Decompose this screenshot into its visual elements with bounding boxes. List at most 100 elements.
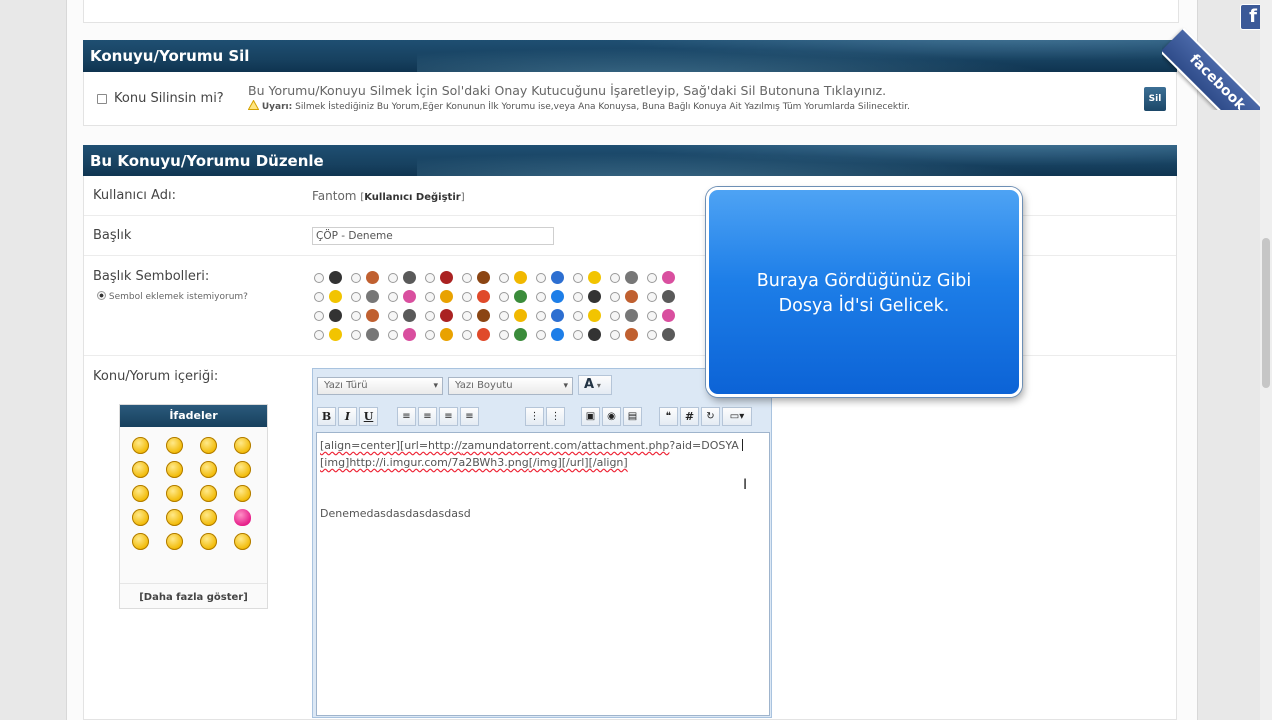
attachment-icon[interactable]: ▤ bbox=[623, 407, 642, 426]
smiley-icon[interactable] bbox=[200, 509, 217, 526]
symbol-option[interactable] bbox=[499, 309, 536, 322]
symbol-option[interactable] bbox=[314, 309, 351, 322]
symbol-option[interactable] bbox=[314, 271, 351, 284]
smiley-icon[interactable] bbox=[234, 485, 251, 502]
align-left-icon[interactable]: ≡ bbox=[397, 407, 416, 426]
symbol-option[interactable] bbox=[462, 328, 499, 341]
symbol-radio[interactable] bbox=[351, 329, 361, 340]
symbol-radio[interactable] bbox=[647, 329, 657, 340]
smiley-icon[interactable] bbox=[166, 533, 183, 550]
symbol-radio[interactable] bbox=[388, 310, 398, 321]
symbol-radio[interactable] bbox=[499, 329, 509, 340]
symbol-option[interactable] bbox=[388, 328, 425, 341]
symbol-radio[interactable] bbox=[610, 291, 620, 302]
italic-button[interactable]: I bbox=[338, 407, 357, 426]
content-textarea[interactable]: [align=center][url=http://zamundatorrent… bbox=[316, 432, 770, 716]
smiley-icon[interactable] bbox=[200, 437, 217, 454]
symbol-option[interactable] bbox=[647, 328, 684, 341]
underline-button[interactable]: U bbox=[359, 407, 378, 426]
symbol-radio[interactable] bbox=[536, 329, 546, 340]
symbol-radio[interactable] bbox=[351, 291, 361, 302]
symbol-option[interactable] bbox=[351, 309, 388, 322]
symbol-radio[interactable] bbox=[462, 310, 472, 321]
symbol-radio[interactable] bbox=[462, 329, 472, 340]
symbol-radio[interactable] bbox=[425, 272, 435, 283]
smiley-icon[interactable] bbox=[132, 533, 149, 550]
symbol-option[interactable] bbox=[314, 290, 351, 303]
symbol-option[interactable] bbox=[425, 290, 462, 303]
show-more-smilies[interactable]: [Daha fazla göster] bbox=[120, 583, 267, 603]
symbol-option[interactable] bbox=[573, 309, 610, 322]
symbol-option[interactable] bbox=[610, 290, 647, 303]
smiley-icon[interactable] bbox=[234, 533, 251, 550]
symbol-option[interactable] bbox=[351, 328, 388, 341]
symbol-radio[interactable] bbox=[462, 272, 472, 283]
no-symbol-option[interactable]: Sembol eklemek istemiyorum? bbox=[97, 291, 248, 302]
symbol-radio[interactable] bbox=[388, 272, 398, 283]
symbol-option[interactable] bbox=[536, 309, 573, 322]
unordered-list-icon[interactable]: ⋮ bbox=[546, 407, 565, 426]
symbol-radio[interactable] bbox=[388, 329, 398, 340]
text-color-button[interactable]: A ▾ bbox=[578, 375, 612, 395]
symbol-radio[interactable] bbox=[425, 310, 435, 321]
symbol-radio[interactable] bbox=[351, 310, 361, 321]
symbol-option[interactable] bbox=[647, 309, 684, 322]
symbol-radio[interactable] bbox=[462, 291, 472, 302]
smiley-icon[interactable] bbox=[166, 437, 183, 454]
smiley-icon[interactable] bbox=[132, 485, 149, 502]
symbol-option[interactable] bbox=[499, 271, 536, 284]
symbol-option[interactable] bbox=[647, 290, 684, 303]
symbol-option[interactable] bbox=[351, 271, 388, 284]
page-scrollbar[interactable] bbox=[1260, 0, 1272, 720]
symbol-option[interactable] bbox=[425, 309, 462, 322]
symbol-radio[interactable] bbox=[351, 272, 361, 283]
symbol-option[interactable] bbox=[536, 290, 573, 303]
scrollbar-thumb[interactable] bbox=[1262, 238, 1270, 388]
symbol-radio[interactable] bbox=[573, 329, 583, 340]
symbol-option[interactable] bbox=[573, 328, 610, 341]
code-button[interactable]: # bbox=[680, 407, 699, 426]
symbol-radio[interactable] bbox=[573, 291, 583, 302]
symbol-option[interactable] bbox=[610, 328, 647, 341]
symbol-option[interactable] bbox=[647, 271, 684, 284]
symbol-option[interactable] bbox=[610, 271, 647, 284]
symbol-option[interactable] bbox=[425, 328, 462, 341]
facebook-ribbon[interactable]: facebook f bbox=[1162, 0, 1272, 110]
smiley-icon[interactable] bbox=[166, 509, 183, 526]
spoiler-icon[interactable]: ↻ bbox=[701, 407, 720, 426]
no-symbol-radio[interactable] bbox=[97, 291, 106, 300]
heart-icon[interactable] bbox=[234, 509, 251, 526]
link-icon[interactable]: ◉ bbox=[602, 407, 621, 426]
symbol-radio[interactable] bbox=[499, 291, 509, 302]
symbol-radio[interactable] bbox=[536, 291, 546, 302]
symbol-option[interactable] bbox=[462, 271, 499, 284]
smiley-icon[interactable] bbox=[234, 437, 251, 454]
smiley-icon[interactable] bbox=[200, 461, 217, 478]
title-input[interactable]: ÇÖP - Deneme bbox=[312, 227, 554, 245]
smiley-icon[interactable] bbox=[166, 485, 183, 502]
smiley-icon[interactable] bbox=[132, 509, 149, 526]
delete-checkbox[interactable] bbox=[97, 94, 107, 104]
size-select[interactable]: Yazı Boyutu bbox=[448, 377, 573, 395]
symbol-radio[interactable] bbox=[425, 329, 435, 340]
smiley-icon[interactable] bbox=[166, 461, 183, 478]
symbol-radio[interactable] bbox=[610, 310, 620, 321]
smiley-icon[interactable] bbox=[132, 461, 149, 478]
symbol-radio[interactable] bbox=[647, 272, 657, 283]
symbol-option[interactable] bbox=[351, 290, 388, 303]
symbol-option[interactable] bbox=[536, 271, 573, 284]
smiley-icon[interactable] bbox=[132, 437, 149, 454]
symbol-option[interactable] bbox=[462, 309, 499, 322]
symbol-option[interactable] bbox=[388, 271, 425, 284]
symbol-radio[interactable] bbox=[647, 291, 657, 302]
symbol-option[interactable] bbox=[425, 271, 462, 284]
smiley-icon[interactable] bbox=[234, 461, 251, 478]
quote-icon[interactable]: ❝ bbox=[659, 407, 678, 426]
symbol-option[interactable] bbox=[314, 328, 351, 341]
symbol-radio[interactable] bbox=[536, 310, 546, 321]
align-justify-icon[interactable]: ≡ bbox=[460, 407, 479, 426]
symbol-option[interactable] bbox=[388, 290, 425, 303]
symbol-radio[interactable] bbox=[314, 272, 324, 283]
symbol-option[interactable] bbox=[499, 328, 536, 341]
symbol-option[interactable] bbox=[388, 309, 425, 322]
